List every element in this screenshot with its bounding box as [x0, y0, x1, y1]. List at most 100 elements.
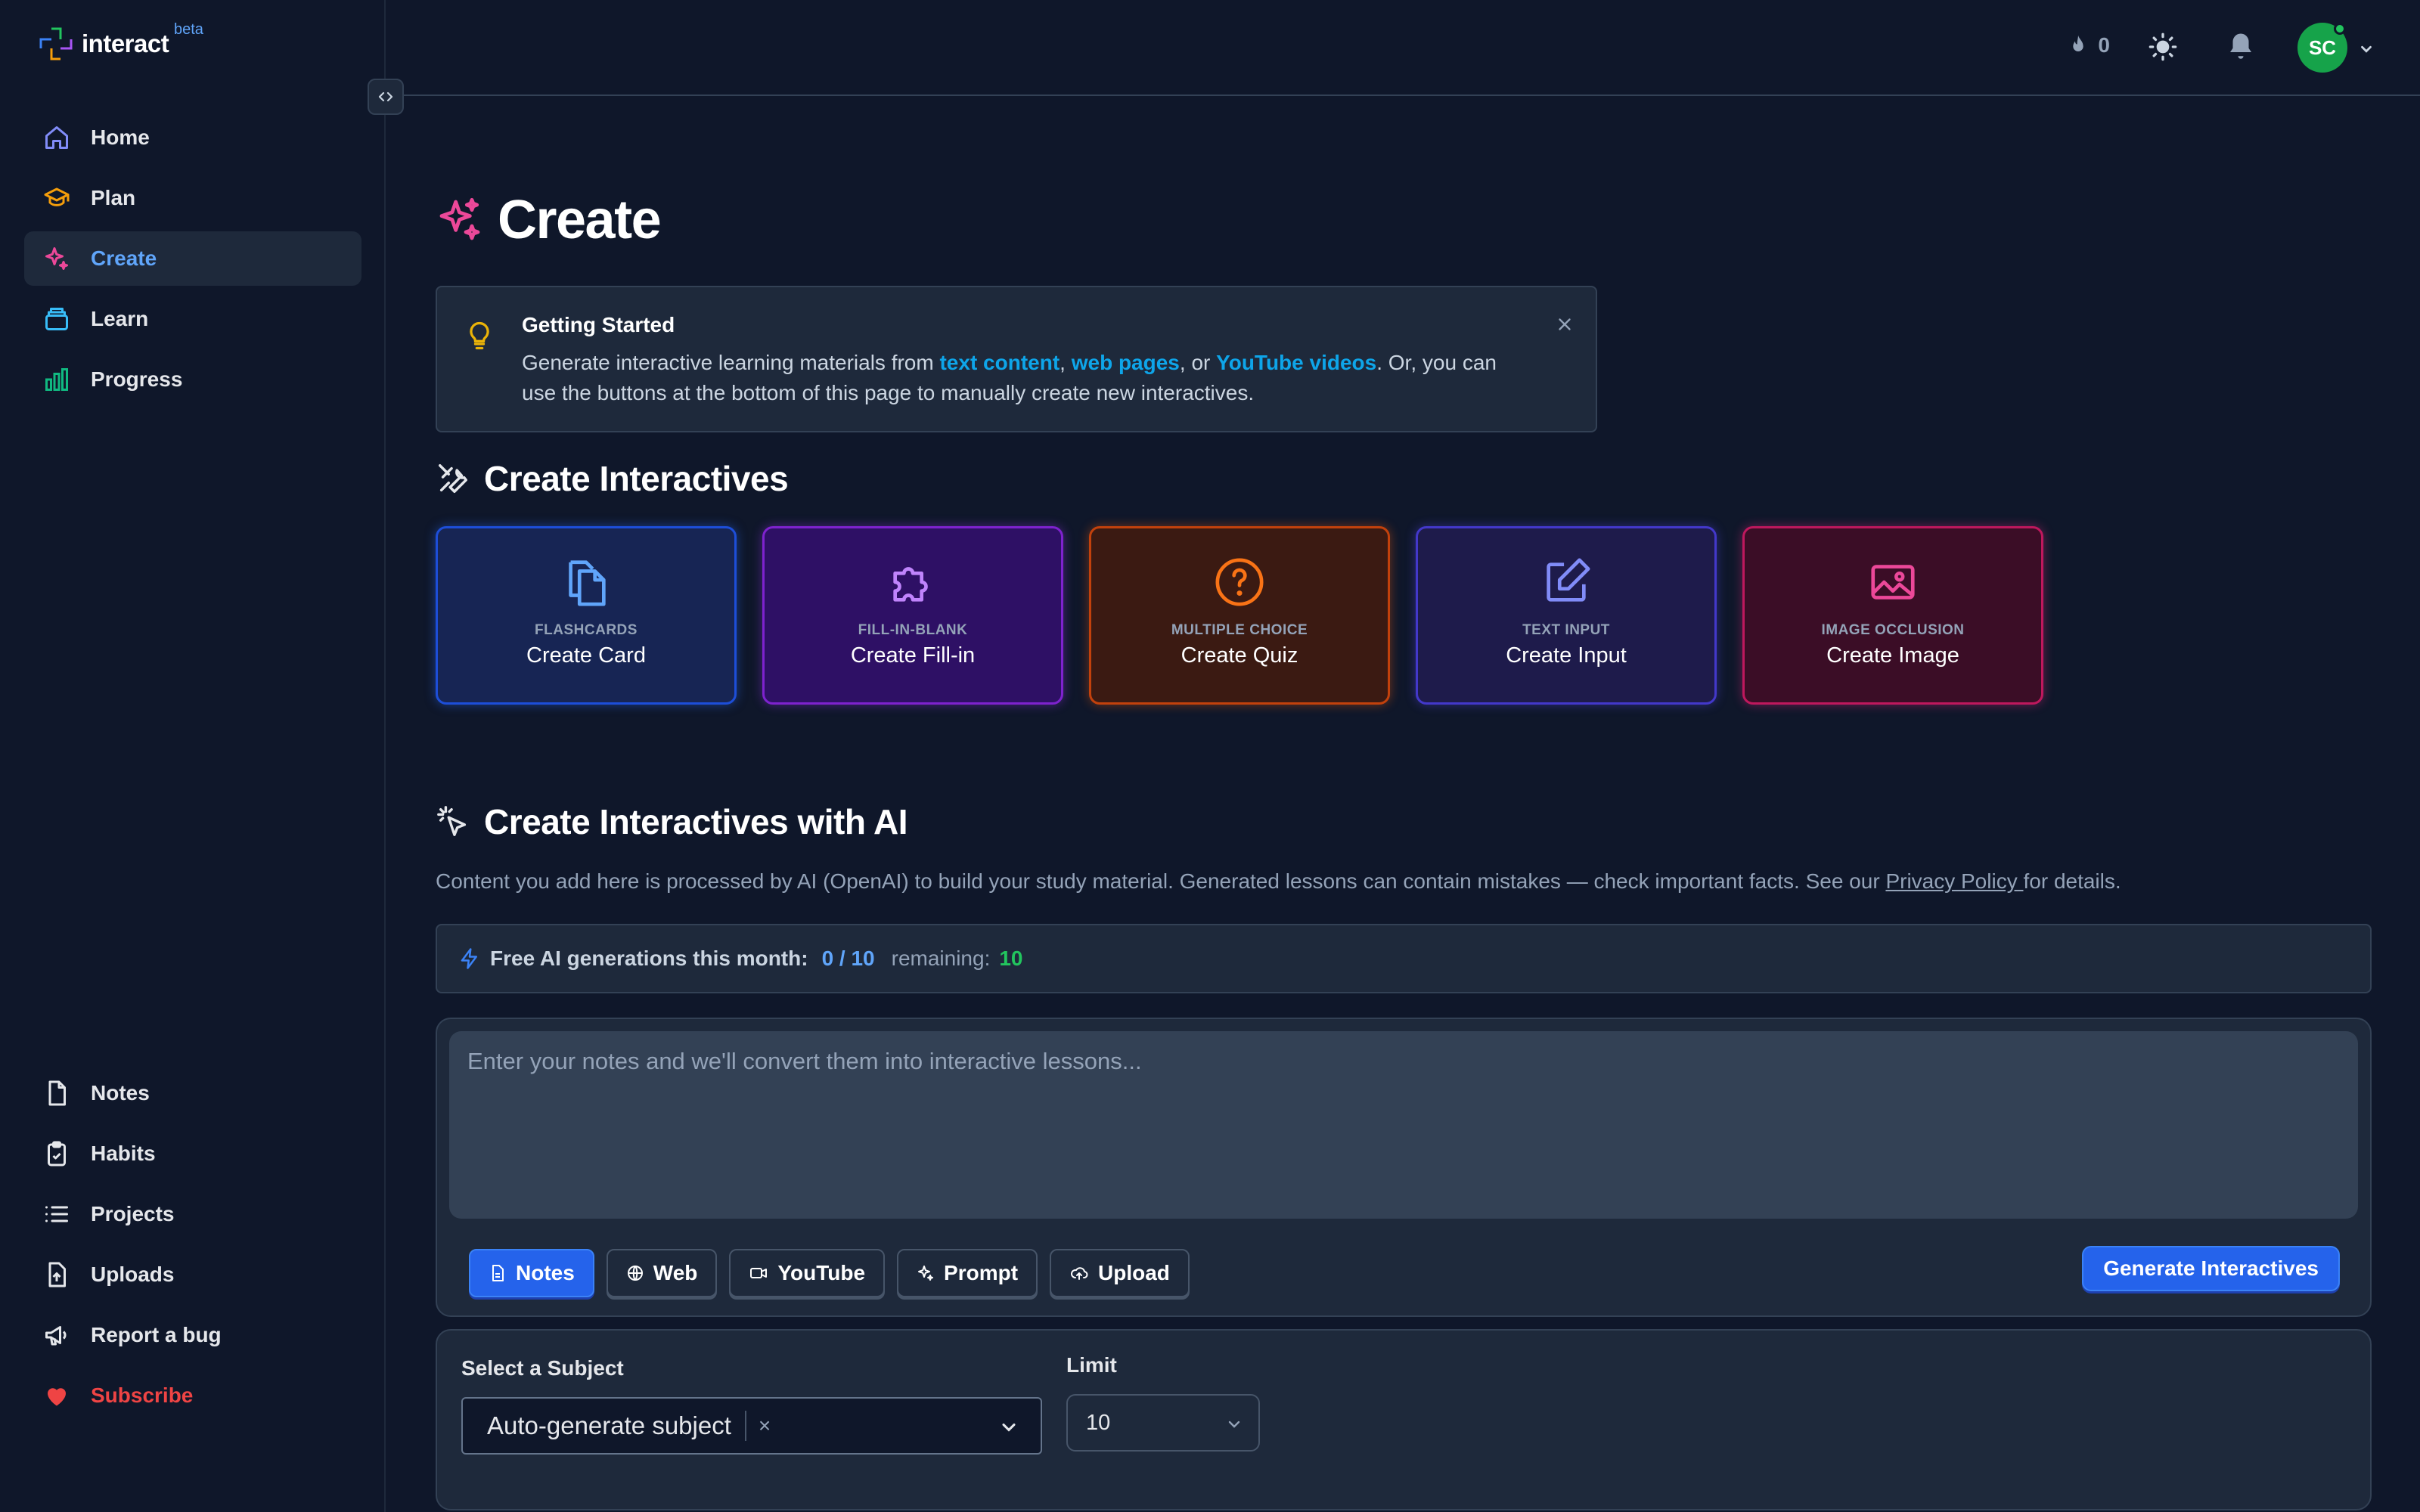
heart-icon — [42, 1381, 71, 1410]
ai-disclaimer-text: Content you add here is processed by AI … — [436, 869, 1886, 893]
top-header: 0 SC — [387, 0, 2420, 96]
account-menu-chevron-icon[interactable] — [2358, 41, 2375, 57]
create-quiz-button[interactable]: MULTIPLE CHOICE Create Quiz — [1089, 526, 1390, 705]
sidebar-item-label: Learn — [91, 307, 149, 330]
generate-interactives-button[interactable]: Generate Interactives — [2082, 1246, 2340, 1291]
tab-label: Web — [653, 1261, 698, 1284]
getting-started-tip: Getting Started Generate interactive lea… — [436, 286, 1597, 432]
section-title: Create Interactives — [484, 459, 789, 498]
sidebar-item-label: Report a bug — [91, 1323, 222, 1346]
user-avatar[interactable]: SC — [2297, 23, 2347, 73]
sidebar-item-plan[interactable]: Plan — [24, 171, 361, 225]
page-title-text: Create — [498, 190, 662, 250]
streak-counter[interactable]: 0 — [2066, 33, 2110, 57]
cloud-upload-icon — [1069, 1264, 1089, 1282]
subject-label: Select a Subject — [461, 1356, 624, 1380]
sidebar-item-create[interactable]: Create — [24, 231, 361, 286]
clipboard-check-icon — [42, 1139, 71, 1168]
remaining-value: 10 — [999, 947, 1023, 970]
privacy-policy-link[interactable]: Privacy Policy — [1885, 869, 2023, 893]
sidebar-secondary-nav: Notes Habits Projects Uploads Report a b… — [24, 1066, 361, 1429]
close-icon[interactable] — [1555, 314, 1575, 334]
lightbulb-icon — [463, 318, 496, 354]
web-pages-link[interactable]: web pages — [1072, 351, 1180, 374]
create-image-button[interactable]: IMAGE OCCLUSION Create Image — [1742, 526, 2043, 705]
card-caption: TEXT INPUT — [1522, 622, 1610, 638]
tab-label: Notes — [516, 1261, 575, 1284]
sun-icon — [2148, 32, 2178, 62]
app-logo[interactable]: interact beta — [38, 21, 203, 62]
youtube-videos-link[interactable]: YouTube videos — [1216, 351, 1376, 374]
create-input-button[interactable]: TEXT INPUT Create Input — [1416, 526, 1717, 705]
section-title: Create Interactives with AI — [484, 802, 908, 841]
sidebar-item-label: Progress — [91, 367, 183, 391]
card-label: Create Input — [1506, 643, 1627, 668]
card-label: Create Image — [1826, 643, 1959, 668]
layers-icon — [42, 305, 71, 333]
create-card-button[interactable]: FLASHCARDS Create Card — [436, 526, 737, 705]
sidebar-item-home[interactable]: Home — [24, 110, 361, 165]
copy-icon — [560, 556, 613, 609]
sidebar-item-subscribe[interactable]: Subscribe — [24, 1368, 361, 1423]
limit-label: Limit — [1066, 1353, 1117, 1377]
notes-input[interactable] — [449, 1031, 2358, 1219]
notifications-button[interactable] — [2225, 30, 2257, 64]
text-content-link[interactable]: text content — [939, 351, 1060, 374]
tab-label: YouTube — [777, 1261, 866, 1284]
megaphone-icon — [42, 1321, 71, 1349]
limit-select[interactable]: 10 — [1066, 1394, 1260, 1452]
bell-icon — [2225, 30, 2257, 64]
sidebar-primary-nav: Home Plan Create Learn Progress — [24, 110, 361, 413]
interactive-type-cards: FLASHCARDS Create Card FILL-IN-BLANK Cre… — [436, 526, 2043, 705]
sidebar-item-notes[interactable]: Notes — [24, 1066, 361, 1120]
create-fill-in-button[interactable]: FILL-IN-BLANK Create Fill-in — [762, 526, 1063, 705]
beta-badge: beta — [174, 21, 203, 38]
sidebar-item-report-bug[interactable]: Report a bug — [24, 1308, 361, 1362]
sidebar-item-label: Create — [91, 246, 157, 270]
tab-label: Prompt — [944, 1261, 1019, 1284]
sidebar-item-habits[interactable]: Habits — [24, 1126, 361, 1181]
theme-toggle-button[interactable] — [2148, 32, 2178, 62]
sparkles-icon — [436, 196, 484, 244]
usage-label: Free AI generations this month: — [490, 947, 808, 970]
create-interactives-heading: Create Interactives — [436, 458, 789, 499]
tab-notes[interactable]: Notes — [469, 1249, 594, 1297]
tab-upload[interactable]: Upload — [1050, 1249, 1190, 1297]
home-icon — [42, 123, 71, 152]
logo-mark-icon — [38, 26, 74, 62]
ai-composer: Notes Web YouTube Prompt — [436, 1018, 2372, 1317]
sidebar-item-learn[interactable]: Learn — [24, 292, 361, 346]
bar-chart-icon — [42, 365, 71, 394]
limit-value: 10 — [1086, 1410, 1111, 1435]
file-upload-icon — [42, 1260, 71, 1289]
pencil-square-icon — [1540, 556, 1593, 609]
sparkles-icon — [917, 1264, 935, 1282]
tab-prompt[interactable]: Prompt — [897, 1249, 1038, 1297]
sparkles-icon — [42, 244, 71, 273]
file-icon — [42, 1079, 71, 1108]
chevron-down-icon — [998, 1417, 1019, 1438]
remaining-label: remaining: — [891, 947, 991, 970]
clear-subject-icon[interactable]: × — [759, 1414, 771, 1438]
subject-select[interactable]: Auto-generate subject × — [461, 1397, 1042, 1455]
globe-icon — [626, 1264, 644, 1282]
tab-youtube[interactable]: YouTube — [729, 1249, 886, 1297]
sidebar-item-projects[interactable]: Projects — [24, 1187, 361, 1241]
sidebar-collapse-button[interactable] — [368, 79, 404, 115]
logo-text: interact — [82, 29, 169, 57]
card-caption: MULTIPLE CHOICE — [1171, 622, 1308, 638]
tab-web[interactable]: Web — [606, 1249, 718, 1297]
sidebar-item-uploads[interactable]: Uploads — [24, 1247, 361, 1302]
page-title: Create — [436, 189, 662, 251]
card-label: Create Card — [526, 643, 646, 668]
card-caption: IMAGE OCCLUSION — [1821, 622, 1965, 638]
usage-count: 0 / 10 — [821, 947, 875, 970]
cursor-click-icon — [436, 804, 470, 839]
video-icon — [749, 1264, 768, 1282]
tip-title: Getting Started — [522, 313, 675, 336]
puzzle-icon — [886, 556, 939, 609]
list-icon — [42, 1200, 71, 1228]
tip-text: , — [1060, 351, 1072, 374]
sidebar-item-progress[interactable]: Progress — [24, 352, 361, 407]
tab-label: Upload — [1098, 1261, 1170, 1284]
